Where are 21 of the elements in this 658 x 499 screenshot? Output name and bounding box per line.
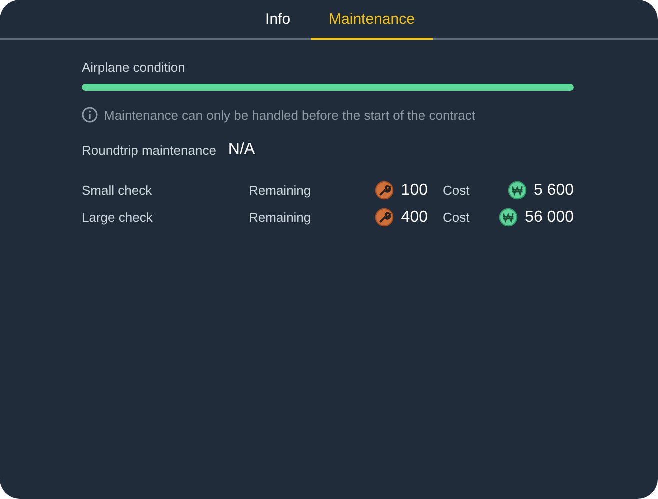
- wrench-icon: [375, 208, 394, 227]
- tab[interactable]: Maintenance: [311, 0, 433, 40]
- coin-icon: [499, 208, 518, 227]
- remaining-value: 400: [401, 208, 428, 226]
- wrench-icon: [375, 181, 394, 200]
- cost-label: Cost: [442, 183, 471, 198]
- check-name: Large check: [82, 210, 154, 225]
- remaining-label: Remaining: [249, 183, 312, 198]
- remaining-label: Remaining: [249, 210, 312, 225]
- cost-label: Cost: [442, 210, 471, 225]
- roundtrip-label: Roundtrip maintenance: [82, 142, 216, 158]
- remaining-value: 100: [401, 182, 428, 200]
- roundtrip-value: N/A: [228, 141, 256, 159]
- notice-text: Maintenance can only be handled before the start of the contract: [104, 108, 476, 122]
- condition-label: Airplane condition: [82, 60, 186, 75]
- check-name: Small check: [82, 183, 154, 198]
- tab[interactable]: Info: [245, 0, 312, 40]
- cost-value: 5 600: [534, 182, 574, 200]
- cost-value: 56 000: [525, 208, 574, 226]
- coin-icon: [508, 181, 527, 200]
- info-icon: [82, 107, 98, 123]
